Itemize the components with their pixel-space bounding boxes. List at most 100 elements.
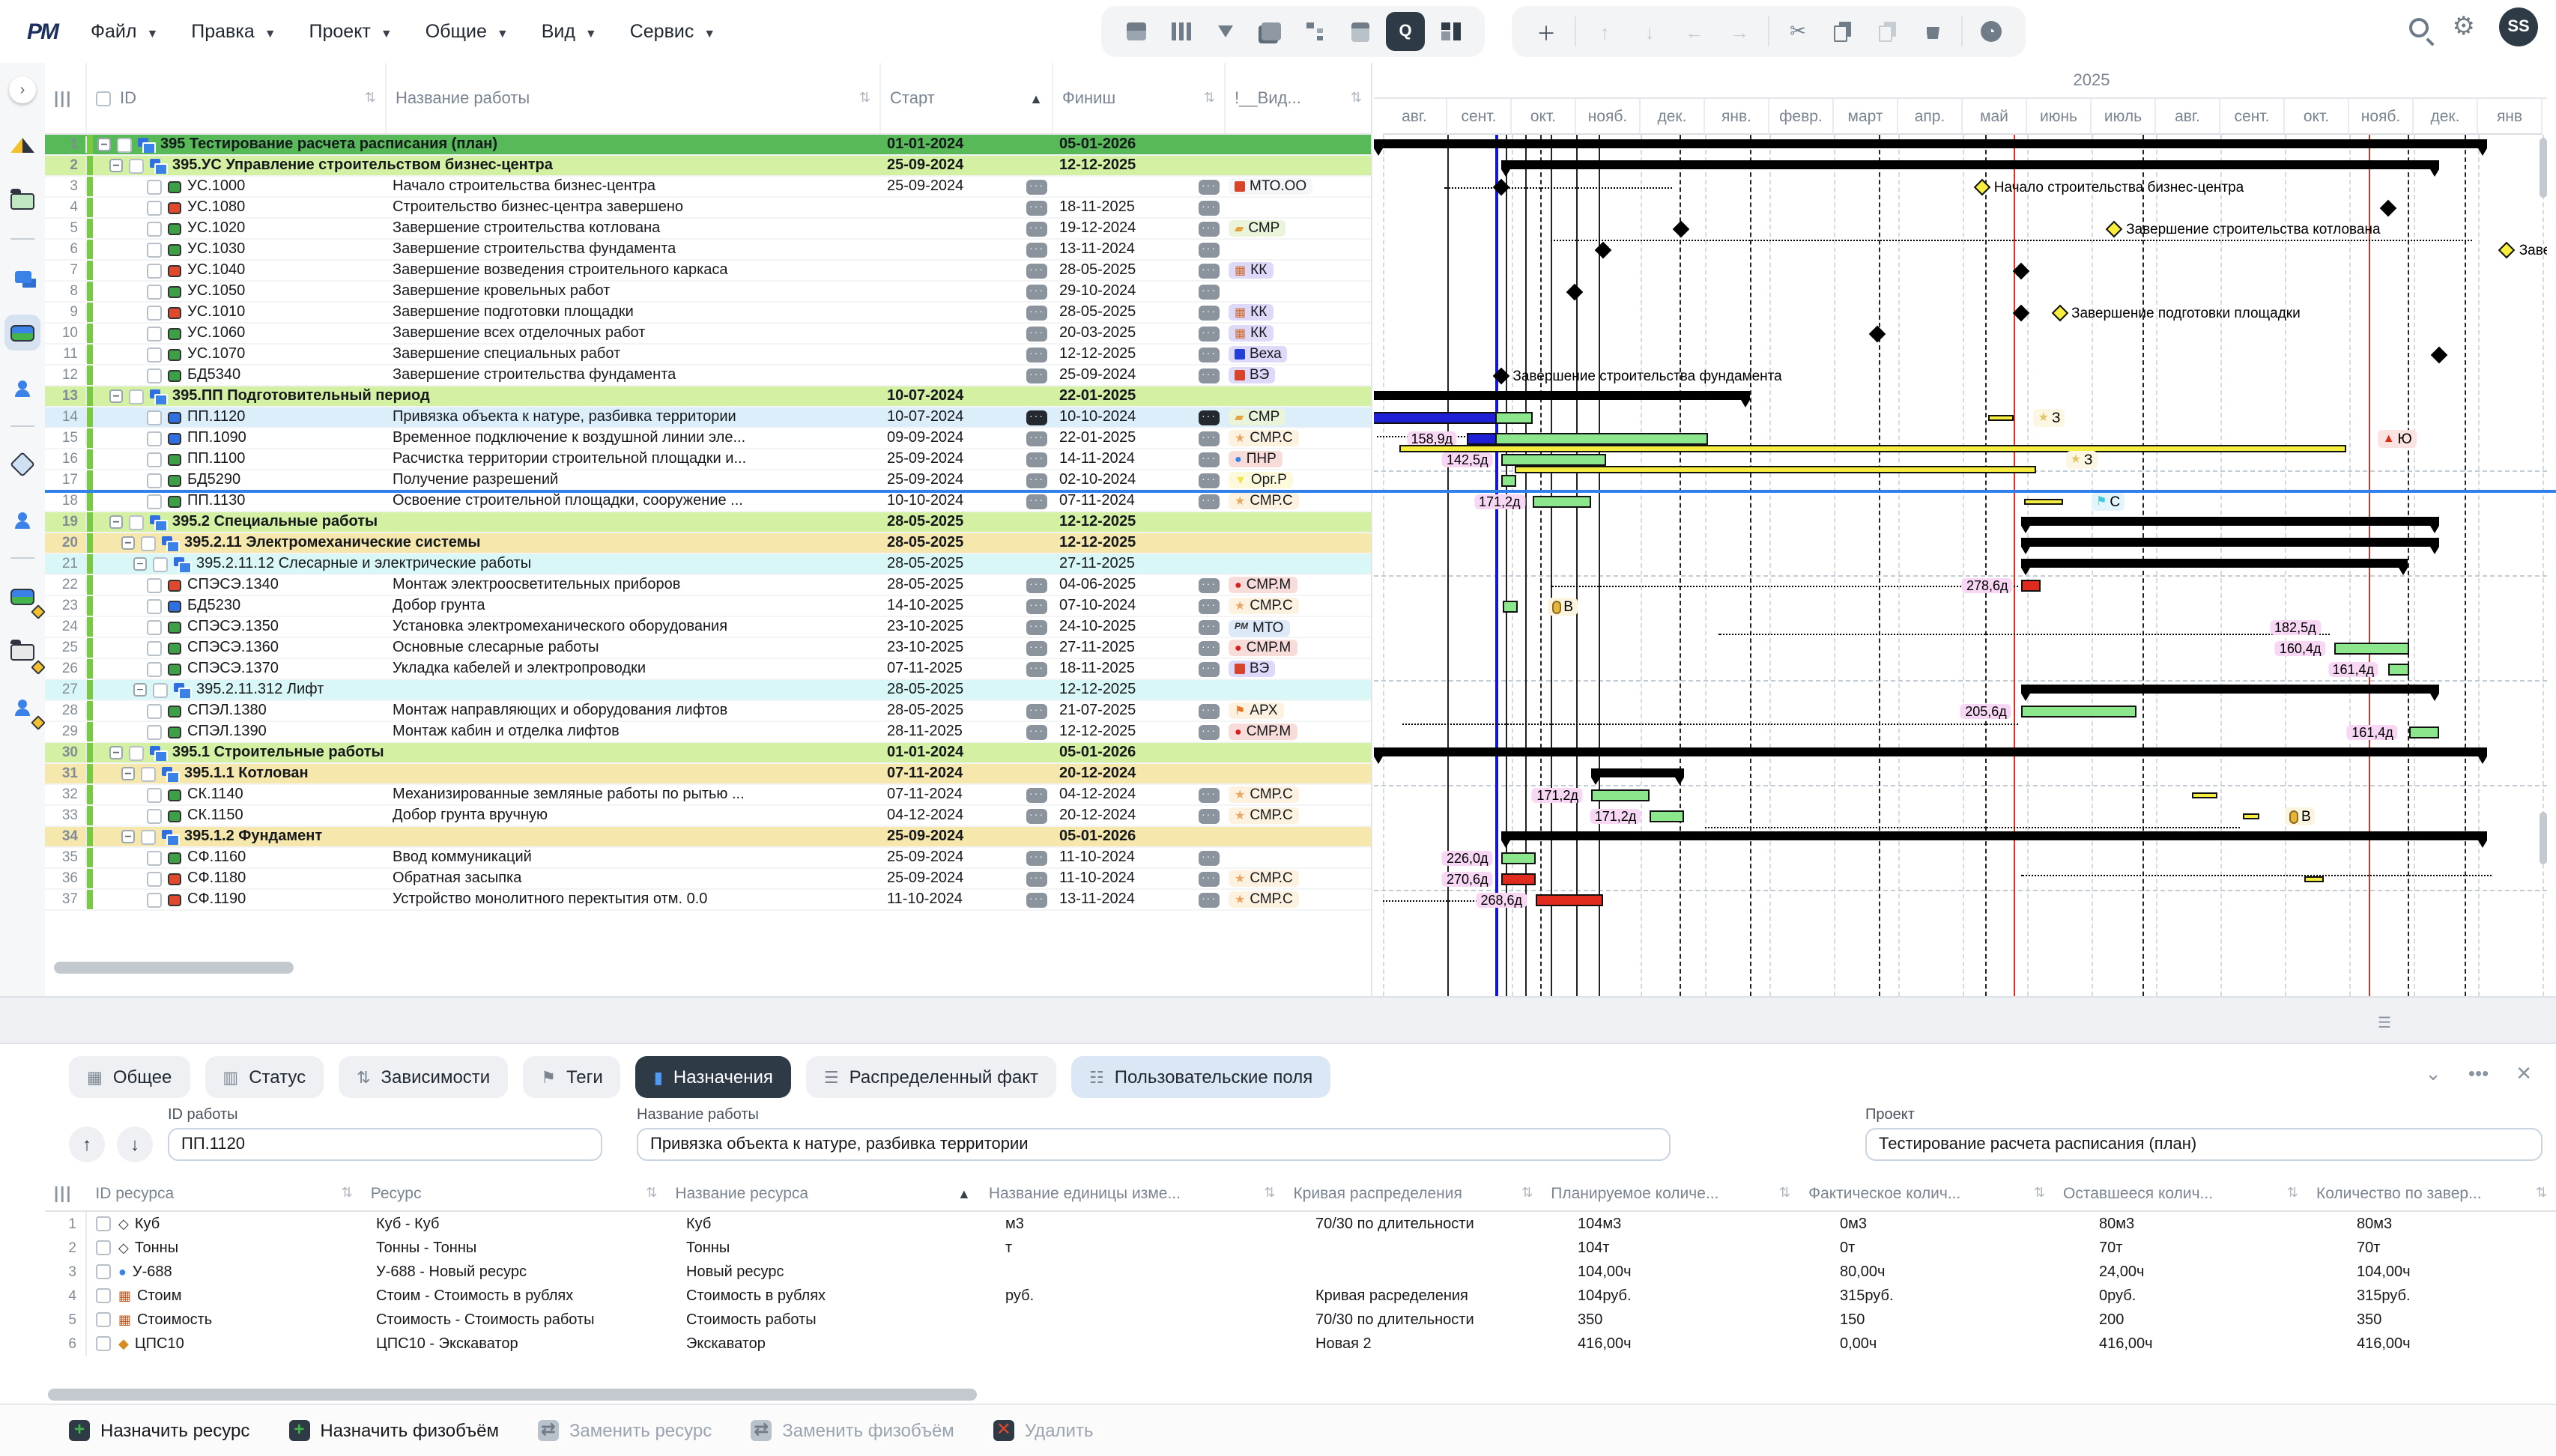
menu-0[interactable]: Файл ▼ xyxy=(91,21,158,42)
table-row[interactable]: 10УС.1060Завершение всех отделочных рабо… xyxy=(45,324,1372,345)
timeline-month[interactable]: май xyxy=(1963,99,2027,135)
finish-date-picker[interactable]: ··· xyxy=(1199,305,1220,320)
start-date-picker[interactable]: ··· xyxy=(1026,179,1047,194)
finish-date-picker[interactable]: ··· xyxy=(1199,871,1220,886)
start-date-picker[interactable]: ··· xyxy=(1026,347,1047,362)
rescolumn-7[interactable]: Оставшееся колич...⇅ xyxy=(2054,1176,2307,1210)
table-row[interactable]: 28СПЭЛ.1380Монтаж направляющих и оборудо… xyxy=(45,701,1372,722)
gantt-progress-bar[interactable] xyxy=(1467,433,1496,445)
tab-Зависимости[interactable]: ⇅Зависимости xyxy=(339,1056,508,1098)
timeline-month[interactable]: сент. xyxy=(1447,99,1512,135)
table-row[interactable]: 35СФ.1160Ввод коммуникаций25-09-2024···1… xyxy=(45,848,1372,869)
row-checkbox[interactable] xyxy=(141,829,156,844)
start-date-picker[interactable]: ··· xyxy=(1026,410,1047,425)
collapse-icon[interactable]: − xyxy=(121,767,135,780)
column-menu[interactable]: ||| xyxy=(45,63,87,133)
resource-row[interactable]: 6◆ЦПС10ЦПС10 - ЭкскаваторЭкскаваторНовая… xyxy=(45,1332,2556,1356)
layout-icon[interactable] xyxy=(1251,12,1290,51)
row-checkbox[interactable] xyxy=(147,640,162,655)
start-date-picker[interactable]: ··· xyxy=(1026,221,1047,236)
panel-menu-icon[interactable]: ••• xyxy=(2468,1062,2489,1086)
gantt-task-bar[interactable] xyxy=(2388,664,2409,676)
timeline-month[interactable]: окт. xyxy=(1512,99,1576,135)
timeline-month[interactable]: июль xyxy=(2092,99,2156,135)
finish-date-picker[interactable]: ··· xyxy=(1199,892,1220,907)
timeline-month[interactable]: март xyxy=(1834,99,1898,135)
timeline-month[interactable]: авг. xyxy=(2156,99,2220,135)
finish-date-picker[interactable]: ··· xyxy=(1199,326,1220,341)
timeline-month[interactable]: дек. xyxy=(2414,99,2478,135)
start-date-picker[interactable]: ··· xyxy=(1026,703,1047,718)
gantt-task-bar[interactable] xyxy=(1591,789,1649,801)
table-row[interactable]: 4УС.1080Строительство бизнес-центра заве… xyxy=(45,198,1372,219)
row-checkbox[interactable] xyxy=(117,137,132,152)
table-row[interactable]: 9УС.1010Завершение подготовки площадки··… xyxy=(45,303,1372,324)
row-checkbox[interactable] xyxy=(147,200,162,215)
table-row[interactable]: 25СПЭСЭ.1360Основные слесарные работы23-… xyxy=(45,638,1372,659)
timeline-month[interactable]: апр. xyxy=(1898,99,1963,135)
gantt-summary-bar[interactable] xyxy=(1591,768,1684,777)
sidebar-item-expand[interactable]: › xyxy=(4,72,40,108)
task-name-input[interactable] xyxy=(637,1128,1671,1161)
columns-icon[interactable] xyxy=(1161,12,1200,51)
rescolumn-3[interactable]: Название единицы изме...⇅ xyxy=(980,1176,1285,1210)
row-checkbox[interactable] xyxy=(147,724,162,739)
gantt-task-bar[interactable] xyxy=(1649,810,1683,822)
collapse-icon[interactable]: − xyxy=(97,138,111,151)
resource-row[interactable]: 3●У-688У-688 - Новый ресурсНовый ресурс1… xyxy=(45,1260,2556,1284)
gantt-milestone[interactable] xyxy=(2379,200,2396,217)
start-date-picker[interactable]: ··· xyxy=(1026,808,1047,823)
gantt-summary-bar[interactable] xyxy=(2020,559,2407,568)
table-row[interactable]: 29СПЭЛ.1390Монтаж кабин и отделка лифтов… xyxy=(45,722,1372,743)
close-panel-icon[interactable]: ✕ xyxy=(2516,1062,2532,1086)
gantt-summary-bar[interactable] xyxy=(1374,139,2488,148)
table-row[interactable]: 12БД5340Завершение строительства фундаме… xyxy=(45,365,1372,386)
row-checkbox[interactable] xyxy=(147,326,162,341)
search-icon[interactable] xyxy=(2409,17,2429,37)
row-checkbox[interactable] xyxy=(96,1216,111,1231)
table-row[interactable]: 6УС.1030Завершение строительства фундаме… xyxy=(45,240,1372,261)
panel-resize-handle[interactable]: ☰ xyxy=(2378,1016,2391,1032)
resource-row[interactable]: 5▦СтоимостьСтоимость - Стоимость работыС… xyxy=(45,1308,2556,1332)
row-checkbox[interactable] xyxy=(147,221,162,236)
collapse-icon[interactable]: − xyxy=(133,683,147,697)
start-date-picker[interactable]: ··· xyxy=(1026,871,1047,886)
start-date-picker[interactable]: ··· xyxy=(1026,305,1047,320)
table-row[interactable]: 15ПП.1090Временное подключение к воздушн… xyxy=(45,428,1372,449)
table-row[interactable]: 19−395.2 Специальные работы28-05-202512-… xyxy=(45,512,1372,533)
gantt-task-bar[interactable] xyxy=(1500,454,1606,466)
row-checkbox[interactable] xyxy=(147,494,162,509)
table-row[interactable]: 23БД5230Добор грунта14-10-2025···07-10-2… xyxy=(45,596,1372,617)
prev-task-button[interactable]: ↑ xyxy=(69,1126,105,1162)
resource-row[interactable]: 2◇ТонныТонны - ТонныТонныт104т0т70т70т xyxy=(45,1236,2556,1260)
delete-button[interactable] xyxy=(1913,12,1952,51)
gantt-summary-bar[interactable] xyxy=(2020,538,2439,547)
tab-Пользовательские поля[interactable]: ☷Пользовательские поля xyxy=(1071,1056,1330,1098)
gantt-task-bar[interactable] xyxy=(2020,580,2040,592)
finish-date-picker[interactable]: ··· xyxy=(1199,619,1220,634)
row-checkbox[interactable] xyxy=(147,179,162,194)
gantt-milestone[interactable] xyxy=(1566,284,1583,301)
sidebar-item-projects-folder[interactable] xyxy=(4,183,40,219)
action-Назначить физобъём[interactable]: +Назначить физобъём xyxy=(288,1420,499,1441)
finish-date-picker[interactable]: ··· xyxy=(1199,179,1220,194)
row-checkbox[interactable] xyxy=(147,619,162,634)
timeline-month[interactable]: дек. xyxy=(1641,99,1705,135)
timeline-month[interactable]: янв. xyxy=(1705,99,1769,135)
row-checkbox[interactable] xyxy=(141,766,156,781)
gantt-task-bar[interactable] xyxy=(1503,601,1518,613)
table-row[interactable]: 37СФ.1190Устройство монолитного перектыт… xyxy=(45,890,1372,911)
action-Назначить ресурс[interactable]: +Назначить ресурс xyxy=(69,1420,249,1441)
table-row[interactable]: 34−395.1.2 Фундамент25-09-202405-01-2026 xyxy=(45,827,1372,848)
gear-icon[interactable]: ⚙ xyxy=(2453,12,2476,42)
assignments-hscrollbar[interactable] xyxy=(48,1389,2505,1401)
indent-button[interactable]: → xyxy=(1720,12,1759,51)
sidebar-item-pyramid-logo[interactable] xyxy=(4,127,40,163)
gantt-task-bar[interactable] xyxy=(2409,727,2439,738)
tab-Статус[interactable]: ▥Статус xyxy=(205,1056,324,1098)
collapse-icon[interactable]: − xyxy=(121,830,135,843)
gantt-summary-bar[interactable] xyxy=(2020,685,2439,694)
row-checkbox[interactable] xyxy=(129,745,144,760)
task-id-input[interactable] xyxy=(168,1128,602,1161)
rescolumn-8[interactable]: Количество по завер...⇅ xyxy=(2307,1176,2556,1210)
